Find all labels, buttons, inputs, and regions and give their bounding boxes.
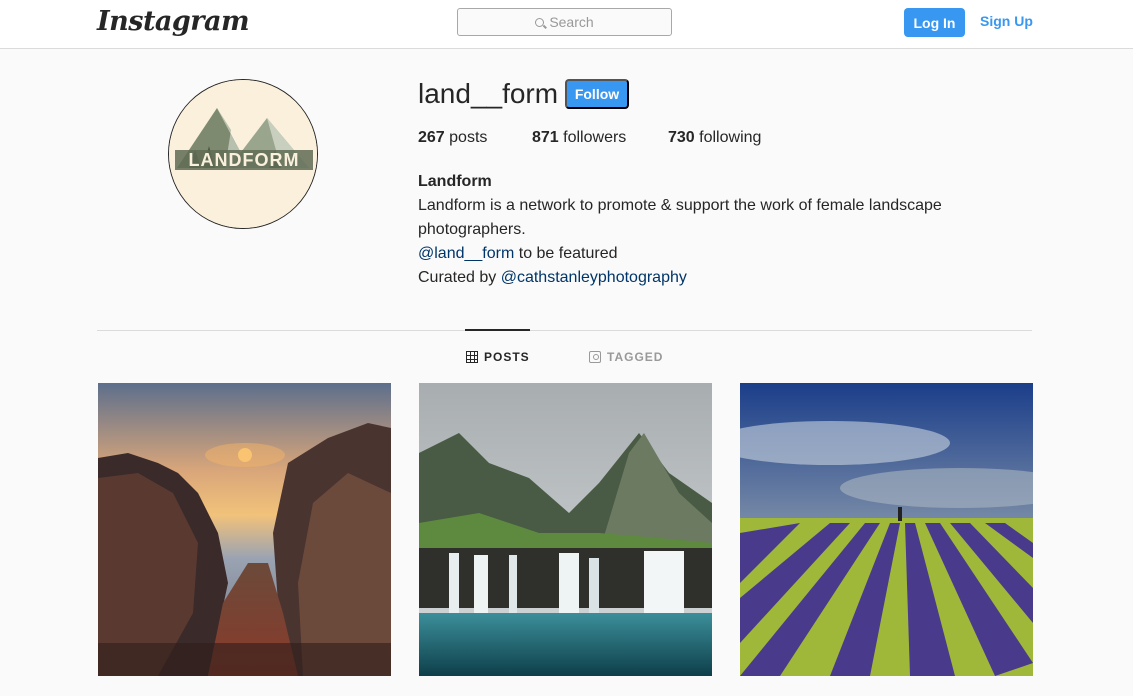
search-icon (535, 17, 545, 27)
waterfall-mountain-image (419, 383, 712, 676)
posts-count-label: posts (449, 129, 488, 146)
profile-full-name: Landform (418, 173, 492, 190)
active-tab-indicator (465, 329, 530, 331)
post-thumbnail[interactable] (98, 383, 391, 676)
land-form-mention-link[interactable]: @land__form (418, 245, 514, 262)
sign-up-link[interactable]: Sign Up (980, 13, 1033, 29)
avatar-logo-text: LANDFORM (189, 150, 300, 170)
landform-logo-icon: LANDFORM (169, 80, 317, 228)
following-count: 730 (668, 129, 695, 146)
instagram-logo[interactable]: Instagram (97, 6, 250, 37)
posts-count-stat: 267 posts (418, 129, 487, 147)
followers-count-label: followers (563, 129, 627, 146)
cathstanley-mention-link[interactable]: @cathstanleyphotography (501, 269, 687, 286)
bio-featured-line: @land__form to be featured (418, 242, 978, 266)
profile-username: land__form (418, 78, 559, 109)
tag-icon (589, 351, 601, 363)
lavender-field-image (740, 383, 1033, 676)
search-placeholder: Search (549, 14, 594, 30)
bio-curated-line: Curated by @cathstanleyphotography (418, 266, 978, 290)
followers-count: 871 (532, 129, 559, 146)
tab-posts-label: POSTS (484, 350, 530, 364)
log-in-button[interactable]: Log In (904, 8, 965, 37)
bio-description: Landform is a network to promote & suppo… (418, 197, 942, 238)
tab-tagged[interactable]: TAGGED (589, 350, 663, 364)
grid-icon (466, 351, 478, 363)
followers-count-stat[interactable]: 871 followers (532, 129, 626, 147)
tabs-divider (97, 330, 1032, 331)
following-count-stat[interactable]: 730 following (668, 129, 761, 147)
sunset-cliffs-image (98, 383, 391, 676)
follow-button[interactable]: Follow (565, 79, 629, 109)
top-navigation-bar: Instagram Search Log In Sign Up (0, 0, 1133, 49)
post-thumbnail[interactable] (419, 383, 712, 676)
tab-tagged-label: TAGGED (607, 350, 664, 364)
tab-posts[interactable]: POSTS (466, 350, 530, 364)
bio-featured-suffix: to be featured (514, 245, 618, 262)
search-input[interactable]: Search (457, 8, 672, 36)
posts-count: 267 (418, 129, 445, 146)
post-thumbnail[interactable] (740, 383, 1033, 676)
profile-bio: Landform Landform is a network to promot… (418, 170, 978, 290)
profile-avatar[interactable]: LANDFORM (168, 79, 318, 229)
bio-curated-prefix: Curated by (418, 269, 501, 286)
following-count-label: following (699, 129, 762, 146)
